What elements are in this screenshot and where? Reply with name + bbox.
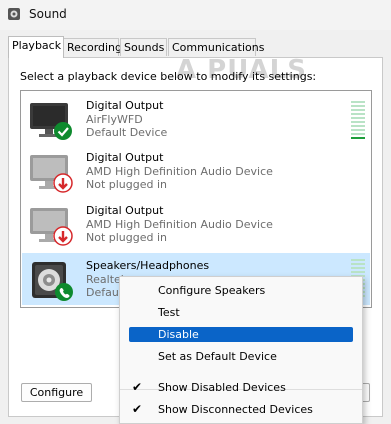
device-status: Not plugged in: [86, 231, 168, 244]
device-status: Not plugged in: [86, 178, 168, 191]
menu-item-show-disconnected[interactable]: ✔ Show Disconnected Devices: [129, 402, 353, 417]
device-name: Speakers/Headphones: [86, 259, 210, 272]
menu-item-configure-speakers[interactable]: Configure Speakers: [129, 283, 353, 298]
title-bar: Sound: [0, 0, 391, 30]
device-item[interactable]: Digital Output AMD High Definition Audio…: [22, 145, 370, 197]
monitor-icon: [30, 208, 73, 246]
device-description: AMD High Definition Audio Device: [86, 218, 273, 231]
menu-item-test[interactable]: Test: [129, 305, 353, 320]
watermark-logo: A PUALS: [176, 55, 307, 85]
window-title: Sound: [29, 7, 67, 21]
device-name: Digital Output: [86, 99, 164, 112]
device-description: AMD High Definition Audio Device: [86, 165, 273, 178]
speaker-app-icon: [8, 8, 20, 20]
speaker-icon: [32, 262, 73, 301]
device-name: Digital Output: [86, 204, 164, 217]
tab-communications[interactable]: Communications: [168, 38, 264, 56]
menu-item-set-default[interactable]: Set as Default Device: [129, 349, 353, 364]
monitor-icon: [30, 155, 73, 193]
menu-item-show-disabled[interactable]: ✔ Show Disabled Devices: [129, 380, 353, 395]
device-description: AirFlyWFD: [86, 113, 143, 126]
tab-playback[interactable]: Playback: [8, 36, 64, 58]
device-item[interactable]: Digital Output AMD High Definition Audio…: [22, 198, 370, 250]
context-menu: Configure Speakers Test Disable Set as D…: [119, 276, 363, 424]
phone-badge-icon: [55, 283, 73, 301]
monitor-icon: [30, 103, 72, 140]
device-name: Digital Output: [86, 151, 164, 164]
tab-recording[interactable]: Recording: [63, 38, 122, 56]
checkmark-icon: ✔: [132, 402, 143, 416]
tab-sounds[interactable]: Sounds: [120, 38, 167, 56]
check-badge-icon: [54, 122, 72, 140]
level-meter: [351, 101, 365, 143]
menu-item-disable[interactable]: Disable: [129, 327, 353, 342]
device-status: Default Device: [86, 126, 168, 139]
checkmark-icon: ✔: [132, 380, 143, 394]
device-item[interactable]: Digital Output AirFlyWFD Default Device: [22, 93, 370, 145]
configure-button[interactable]: Configure: [21, 383, 92, 402]
